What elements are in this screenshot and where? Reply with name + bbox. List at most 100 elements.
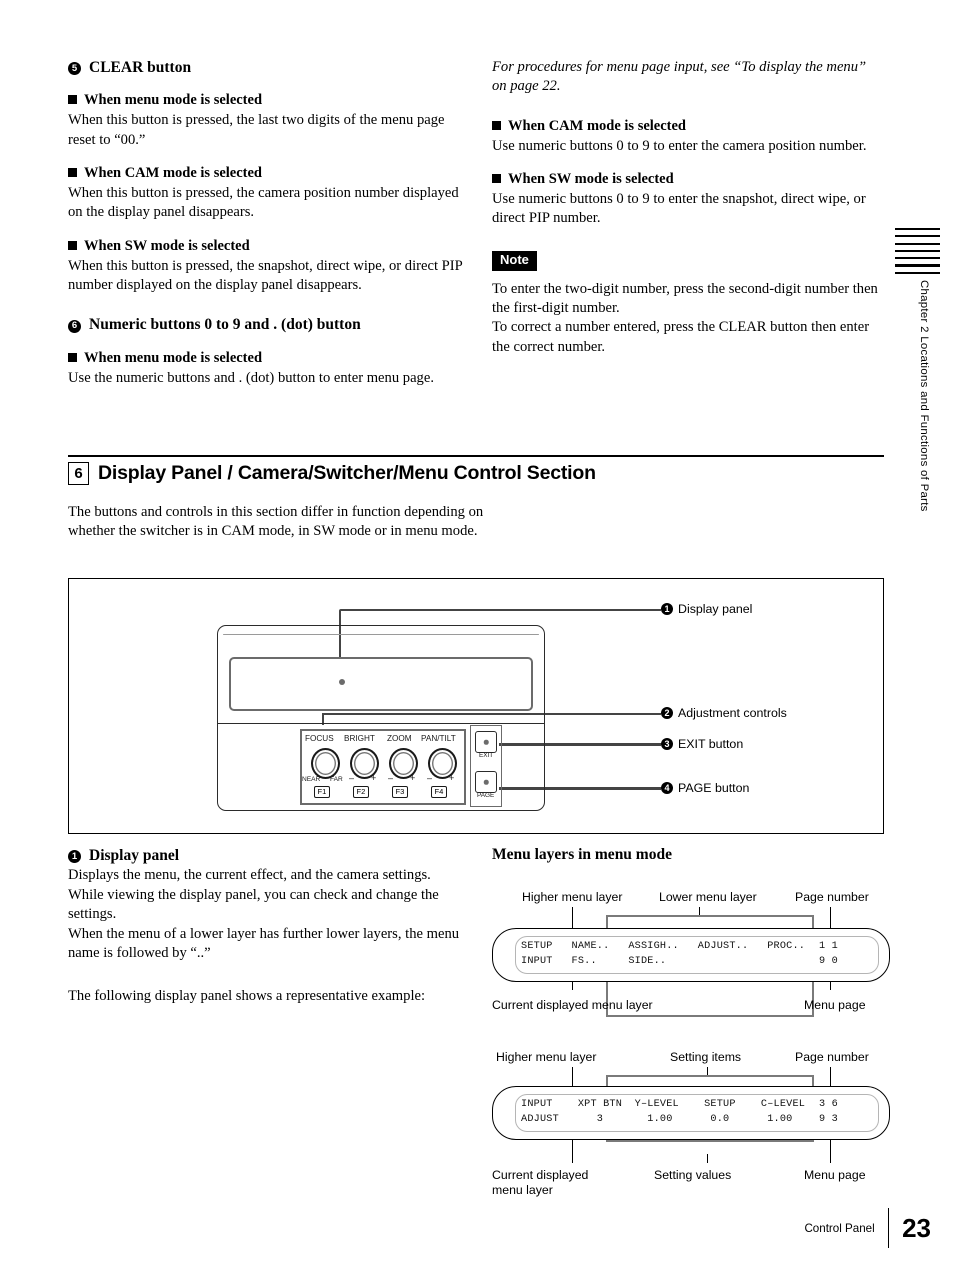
display-panel-p1: Displays the menu, the current effect, a… [68, 867, 431, 884]
subheading-cam-mode-right: When CAM mode is selected [492, 117, 884, 136]
callout-label-2: Adjustment controls [678, 706, 787, 720]
d2-page-number-row-2: 9 3 [819, 1114, 838, 1125]
focus-knob[interactable] [311, 748, 340, 779]
callout-page-button: 4 PAGE button [661, 781, 749, 795]
section-6-title: Display Panel / Camera/Switcher/Menu Con… [98, 462, 596, 484]
item-5-heading: 5 CLEAR button [68, 58, 468, 77]
callout-number-1: 1 [661, 603, 673, 615]
square-bullet-icon [68, 352, 77, 362]
tab-line [895, 271, 940, 274]
d2-lcd-row-1: INPUT XPT BTN Y–LEVEL SETUP C–LEVEL [521, 1099, 806, 1110]
subheading-sw-mode: When SW mode is selected [68, 237, 468, 256]
footer-label: Control Panel [804, 1221, 875, 1235]
display-panel-heading: 1 Display panel [68, 846, 488, 865]
subheading-menu-mode: When menu mode is selected [68, 91, 468, 110]
subheading-label: When CAM mode is selected [508, 117, 687, 134]
zoom-minus-label: – [388, 773, 394, 783]
page-button-label: PAGE [477, 792, 495, 799]
zoom-plus-label: + [410, 773, 416, 783]
square-bullet-icon [68, 95, 77, 105]
display-panel-p3: When the menu of a lower layer has furth… [68, 925, 460, 961]
display-panel-lcd [229, 657, 533, 711]
exit-button[interactable] [475, 731, 497, 753]
right-column: For procedures for menu page input, see … [492, 58, 884, 357]
d1-label-lower-menu-layer: Lower menu layer [659, 890, 757, 904]
subheading-label: When menu mode is selected [84, 349, 263, 366]
menu-layers-diagram-2: Higher menu layer Setting items Page num… [492, 1050, 892, 1200]
d1-label-menu-page: Menu page [804, 998, 866, 1012]
tab-line [895, 242, 940, 245]
callout-exit-button: 3 EXIT button [661, 737, 743, 751]
d2-label-current-layer: Current displayed menu layer [492, 1168, 589, 1198]
body-text: When this button is pressed, the snapsho… [68, 257, 463, 293]
function-key-f4[interactable]: F4 [431, 786, 447, 799]
chapter-marginal-text: Chapter 2 Locations and Functions of Par… [918, 280, 930, 512]
callout-label-3: EXIT button [678, 737, 744, 751]
knob-label-zoom: ZOOM [387, 734, 412, 743]
function-key-f3[interactable]: F3 [392, 786, 408, 799]
d1-page-number-row-1: 1 1 [819, 941, 838, 952]
display-panel-p4: The following display panel shows a repr… [68, 988, 426, 1005]
subheading-cam-mode: When CAM mode is selected [68, 164, 468, 183]
figure-container: FOCUS BRIGHT ZOOM PAN/TILT NEAR FAR – + … [68, 578, 884, 834]
d2-tick-items [707, 1067, 709, 1075]
callout-number-2: 2 [661, 707, 673, 719]
square-bullet-icon [68, 168, 77, 178]
item-5-title: CLEAR button [89, 59, 192, 76]
callout-display-panel: 1 Display panel [661, 602, 752, 616]
chapter-tab-marks [895, 228, 940, 279]
function-key-f1[interactable]: F1 [314, 786, 330, 799]
note-badge: Note [492, 250, 537, 271]
knob-label-focus: FOCUS [305, 734, 334, 743]
callout-number-3: 3 [661, 738, 673, 750]
callout-label-1: Display panel [678, 602, 753, 616]
left-column: 5 CLEAR button When menu mode is selecte… [68, 58, 468, 388]
section-6-heading: 6 Display Panel / Camera/Switcher/Menu C… [68, 462, 898, 485]
subheading-label: When CAM mode is selected [84, 165, 263, 182]
function-key-f2[interactable]: F2 [353, 786, 369, 799]
d2-label-setting-items: Setting items [670, 1050, 742, 1064]
d1-tick-lower [699, 907, 701, 915]
section-6-body-wrap: The buttons and controls in this section… [68, 503, 488, 542]
focus-near-label: NEAR [302, 776, 321, 783]
d2-label-page-number: Page number [795, 1050, 869, 1064]
exit-page-button-group: EXIT PAGE [470, 725, 502, 807]
page-number: 23 [902, 1213, 931, 1243]
page-footer: Control Panel 23 [804, 1208, 931, 1248]
bright-minus-label: – [349, 773, 355, 783]
page-button[interactable] [475, 771, 497, 793]
square-bullet-icon [492, 174, 501, 184]
italic-cross-reference: For procedures for menu page input, see … [492, 59, 867, 95]
subheading-menu-mode-2: When menu mode is selected [68, 349, 468, 368]
knob-label-bright: BRIGHT [344, 734, 375, 743]
subheading-label: When SW mode is selected [84, 237, 250, 254]
menu-layers-diagram-1: Higher menu layer Lower menu layer Page … [492, 890, 892, 1020]
tab-line [895, 249, 940, 252]
callout-number-4: 4 [661, 782, 673, 794]
bright-plus-label: + [371, 773, 377, 783]
page-button-led-icon [483, 779, 489, 785]
d2-label-menu-page: Menu page [804, 1168, 866, 1182]
subheading-sw-mode-right: When SW mode is selected [492, 170, 884, 189]
d1-lcd-row-2: INPUT FS.. SIDE.. [521, 956, 667, 967]
note-line-2: To correct a number entered, press the C… [492, 319, 870, 355]
display-panel-title: Display panel [89, 847, 180, 864]
callout-adjustment-controls: 2 Adjustment controls [661, 706, 787, 720]
adjustment-controls-group: FOCUS BRIGHT ZOOM PAN/TILT NEAR FAR – + … [300, 729, 466, 805]
subheading-label: When SW mode is selected [508, 171, 674, 188]
control-panel-illustration: FOCUS BRIGHT ZOOM PAN/TILT NEAR FAR – + … [217, 625, 545, 811]
footer-divider [887, 1208, 890, 1248]
body-text: Use the numeric buttons and . (dot) butt… [68, 369, 434, 386]
body-text: When this button is pressed, the camera … [68, 184, 459, 221]
subheading-label: When menu mode is selected [84, 92, 263, 109]
tab-line [895, 264, 940, 267]
d2-lcd-panel: INPUT XPT BTN Y–LEVEL SETUP C–LEVEL ADJU… [492, 1086, 890, 1140]
exit-button-led-icon [483, 739, 489, 745]
d2-page-number-row-1: 3 6 [819, 1099, 838, 1110]
note-line-1: To enter the two-digit number, press the… [492, 280, 878, 317]
square-bullet-icon [492, 120, 501, 130]
d1-lcd-row-1: SETUP NAME.. ASSIGH.. ADJUST.. PROC.. [521, 941, 806, 952]
d1-lcd-panel: SETUP NAME.. ASSIGH.. ADJUST.. PROC.. IN… [492, 928, 890, 982]
menu-layers-heading: Menu layers in menu mode [492, 846, 672, 863]
bullet-number-5: 5 [68, 62, 81, 76]
